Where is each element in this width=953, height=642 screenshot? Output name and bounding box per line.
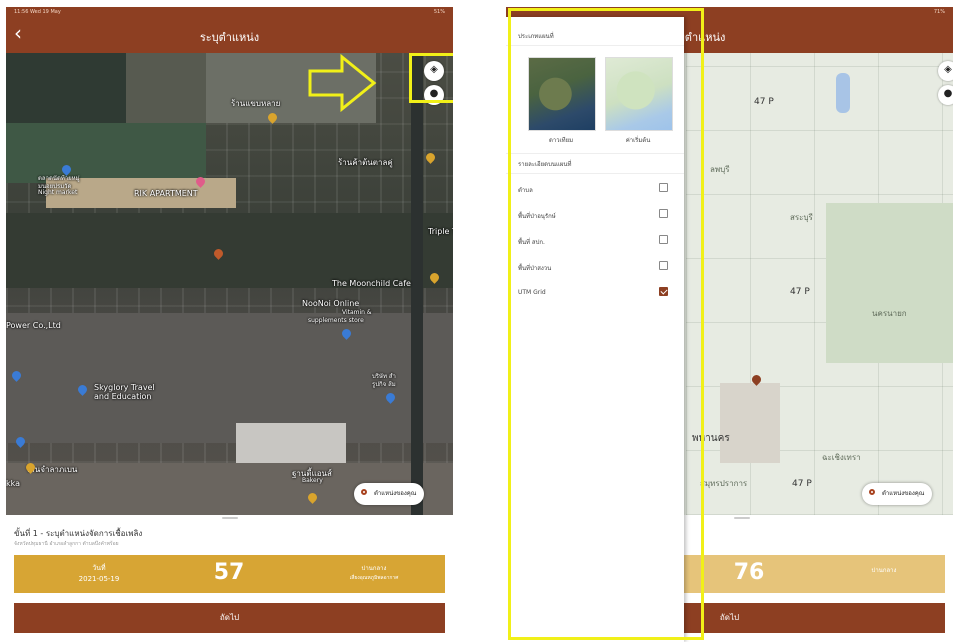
my-location-label: ตำแหน่งของคุณ (882, 490, 925, 497)
map-label: Vitamin & (342, 309, 372, 316)
my-location-pin-button[interactable]: ● (938, 85, 953, 105)
target-icon (361, 489, 367, 495)
my-location-button[interactable]: ตำแหน่งของคุณ (354, 483, 425, 505)
step-title: ขั้นที่ 1 - ระบุตำแหน่งจัดการเชื้อเพลิง (14, 529, 143, 538)
map-label: สมุทรปราการ (700, 479, 748, 488)
sheet-handle[interactable] (222, 517, 238, 519)
map-label: Night market (38, 189, 78, 196)
map-label: ร้านแขบหลาย (231, 99, 281, 108)
utm-label: 47 P (790, 287, 810, 297)
date-value: 2021-05-19 (78, 575, 120, 583)
utm-label: 47 P (754, 97, 774, 107)
map-field (126, 53, 206, 123)
my-location-label: ตำแหน่งของคุณ (374, 490, 417, 497)
canal (411, 53, 423, 515)
map-field (6, 53, 126, 123)
risk-level-sub: เสี่ยงอุณหภูมิพลอากาศ (349, 575, 399, 581)
layers-button[interactable]: ◈ (938, 61, 953, 81)
page-title: ระบุตำแหน่ง (199, 31, 260, 44)
map-label: Power Co.,Ltd (6, 321, 61, 330)
map-field (236, 423, 346, 463)
location-pin-icon: ● (943, 88, 953, 99)
map-label: and Education (94, 392, 152, 401)
status-bar: 11:56 Wed 19 May 51% (6, 7, 453, 17)
map-label: kka (6, 479, 21, 488)
next-button[interactable]: ถัดไป (14, 603, 445, 633)
layers-icon: ◈ (944, 64, 952, 75)
lake (836, 73, 850, 113)
target-icon (869, 489, 875, 495)
map-label: ฉะเชิงเทรา (822, 453, 861, 462)
step-subtitle: จังหวัดปทุมธานี อำเภอลำลูกกา ตำบลบึงคำพร… (14, 541, 119, 547)
sheet-handle[interactable] (734, 517, 750, 519)
map-label: Skyglory Travel (94, 383, 155, 392)
map-label: The Moonchild Cafe (332, 279, 411, 288)
poi-pin-icon[interactable] (424, 151, 437, 164)
map-label: Bakery (302, 477, 323, 484)
my-location-button[interactable]: ตำแหน่งของคุณ (862, 483, 933, 505)
satellite-map[interactable]: ร้านแขบหลาย ตลาดนัดท้ายหมู่ มนอยปรมวัด N… (6, 53, 453, 515)
annotation-arrow-icon (308, 53, 377, 113)
highlight-box (508, 8, 704, 640)
map-label: นครนายก (872, 309, 907, 318)
risk-score: 76 (733, 560, 765, 585)
map-label: RIK APARTMENT (134, 189, 198, 198)
map-label: supplements store (308, 317, 364, 324)
map-field (6, 123, 206, 183)
battery-indicator: 71% (933, 9, 945, 15)
status-time: 11:56 Wed 19 May (14, 9, 61, 15)
map-area (826, 203, 953, 363)
left-screen: 11:56 Wed 19 May 51% ‹ ระบุตำแหน่ง ร้านแ… (6, 7, 453, 642)
fire-risk-summary: วันที่ 2021-05-19 57 ปานกลาง เสี่ยงอุณหภ… (14, 555, 445, 593)
map-label: ร้านค้าต้นตาลคู่ (338, 158, 393, 167)
date-label: วันที่ (92, 564, 106, 572)
map-field (6, 213, 453, 288)
utm-label: 47 P (792, 479, 812, 489)
nav-bar: ‹ ระบุตำแหน่ง (6, 17, 453, 53)
map-label: Triple T (428, 227, 453, 236)
risk-level: ปานกลาง (871, 567, 897, 574)
map-label: รูปกิจ ส้ม (372, 381, 396, 388)
urban-area (720, 383, 780, 463)
risk-score: 57 (213, 560, 245, 585)
battery-indicator: 51% (433, 9, 445, 15)
highlight-box (409, 53, 453, 103)
map-label: NooNoi Online (302, 299, 360, 308)
map-label: สระบุรี (790, 213, 813, 222)
map-label: ลพบุรี (710, 165, 730, 174)
risk-level: ปานกลาง (361, 565, 387, 572)
